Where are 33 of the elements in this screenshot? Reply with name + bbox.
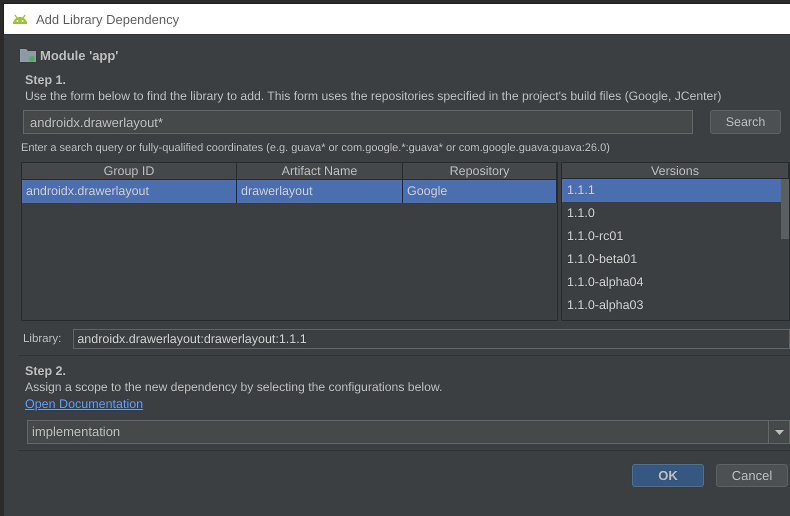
scope-dropdown[interactable]: implementation [27,420,790,444]
scrollbar-thumb[interactable] [781,179,789,239]
column-header[interactable]: Group ID [22,163,237,179]
library-field[interactable]: androidx.drawerlayout:drawerlayout:1.1.1 [73,329,790,349]
search-hint: Enter a search query or fully-qualified coordinates (e.g. guava* or com.google.*:guava* or com.google.guava:guava:26.0) [21,142,611,154]
table-cell: drawerlayout [237,180,403,203]
table-cell: androidx.drawerlayout [22,180,237,203]
ok-button[interactable]: OK [632,464,704,487]
module-heading: Module 'app' [40,48,118,62]
version-item[interactable]: 1.1.0 [562,202,781,225]
result-row[interactable]: androidx.drawerlayout drawerlayout Google [22,180,557,203]
search-button[interactable]: Search [710,110,781,134]
table-cell: Google [403,180,557,203]
version-item[interactable]: 1.1.0-alpha04 [562,271,781,294]
step-title: Step 2. [25,363,67,379]
version-item[interactable]: 1.1.0-alpha03 [562,294,781,317]
cancel-button[interactable]: Cancel [716,464,788,487]
column-header[interactable]: Versions [562,163,789,179]
documentation-link[interactable]: Open Documentation [25,397,144,411]
android-icon [12,14,28,24]
window-title: Add Library Dependency [36,12,180,26]
step-description: Use the form below to find the library to add. This form uses the repositories specified in the project's build files (Google, JCenter) [25,88,722,105]
step-title: Step 1. [25,72,67,88]
library-label: Library: [22,333,62,345]
version-item[interactable]: 1.1.0-rc01 [562,225,781,248]
search-field[interactable]: androidx.drawerlayout* [23,110,693,134]
version-item[interactable]: 1.1.0-beta01 [562,248,781,271]
caret-icon [774,430,784,434]
step-description: Assign a scope to the new dependency by selecting the configurations below. [25,379,444,396]
module-folder-icon [20,48,36,62]
column-header[interactable]: Artifact Name [237,163,403,179]
column-header[interactable]: Repository [403,163,557,179]
version-item[interactable]: 1.1.1 [562,179,781,202]
